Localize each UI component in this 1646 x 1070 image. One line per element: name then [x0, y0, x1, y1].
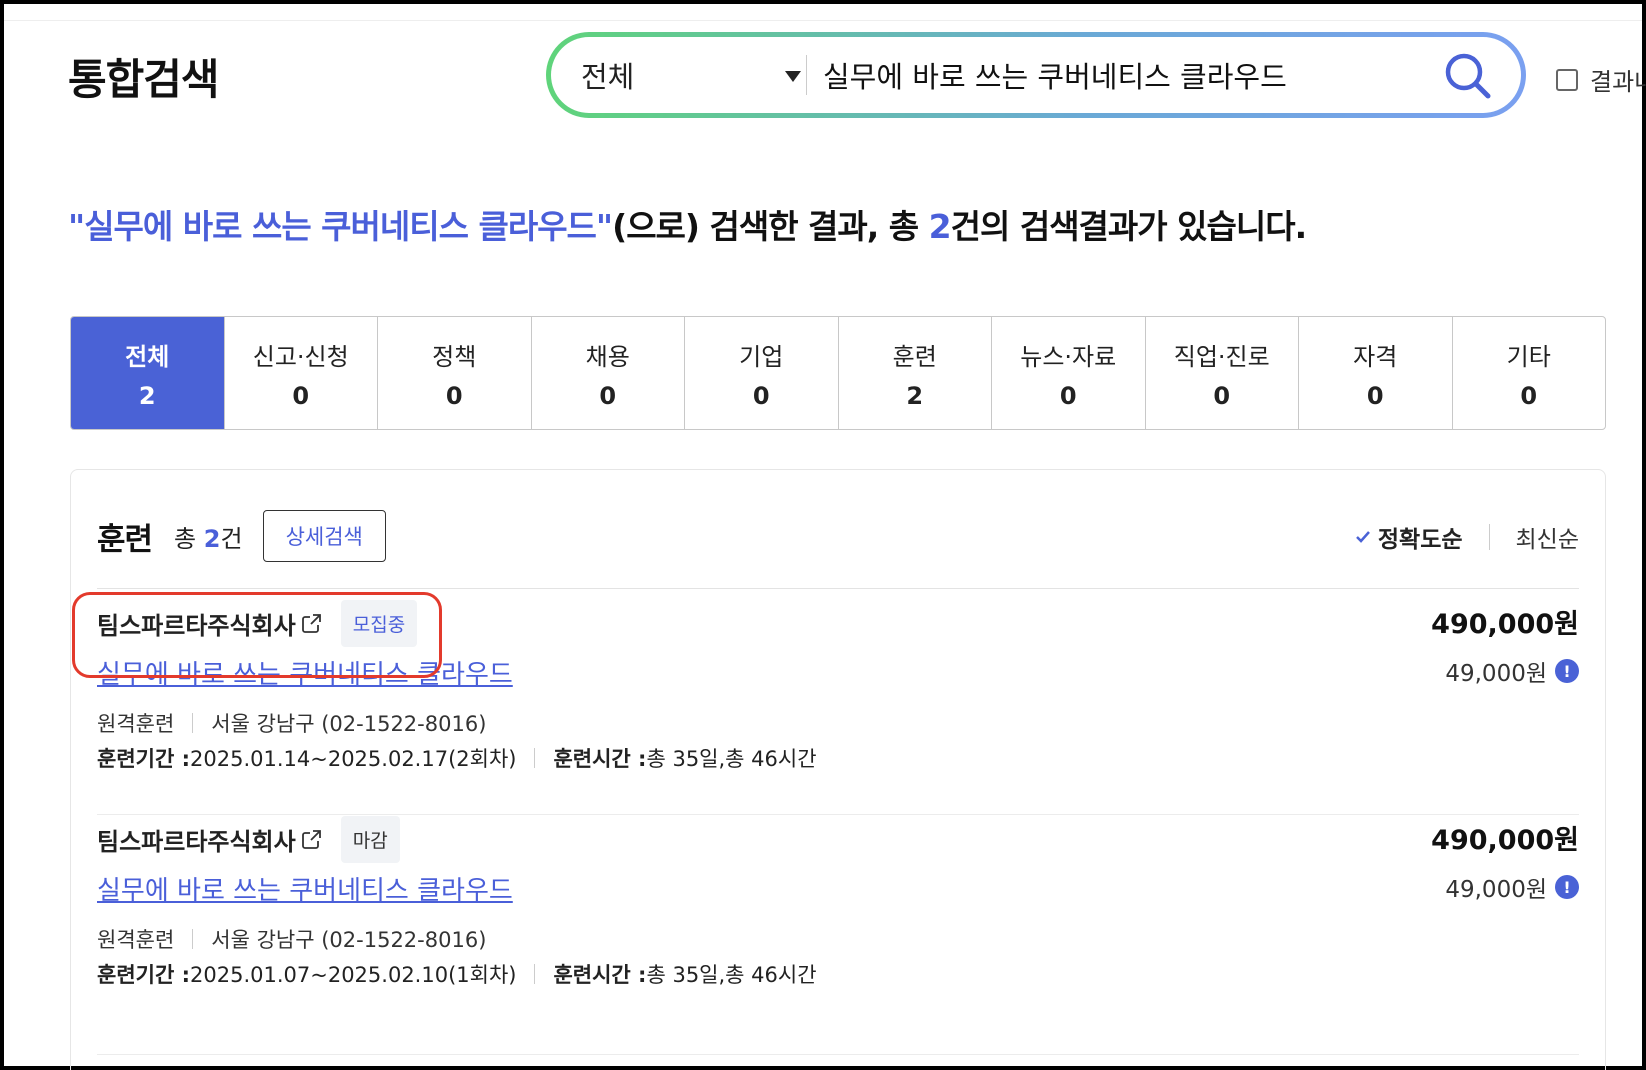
- summary-query: "실무에 바로 쓰는 쿠버네티스 클라우드": [68, 207, 613, 246]
- period-label: 훈련기간 :: [97, 747, 190, 771]
- hours-label: 훈련시간 :: [553, 747, 647, 771]
- course-period: 훈련기간 : 2025.01.14~2025.02.17(2회차) 훈련시간 :…: [97, 743, 817, 773]
- training-type: 원격훈련: [97, 712, 175, 736]
- tab-report-apply[interactable]: 신고·신청 0: [225, 317, 378, 429]
- tab-company[interactable]: 기업 0: [685, 317, 839, 429]
- course-meta: 원격훈련 서울 강남구 (02-1522-8016): [97, 708, 486, 738]
- org-name-link[interactable]: 팀스파르타주식회사: [97, 822, 296, 857]
- self-pay-price: 49,000원 !: [1445, 654, 1579, 688]
- section-header: 훈련 총 2건 상세검색: [97, 510, 386, 562]
- search-icon[interactable]: [1443, 51, 1493, 101]
- info-icon[interactable]: !: [1555, 875, 1579, 899]
- tab-label: 훈련: [892, 342, 937, 371]
- info-icon[interactable]: !: [1555, 659, 1579, 683]
- course-price: 490,000원: [1431, 609, 1579, 640]
- tab-label: 기타: [1506, 342, 1551, 371]
- period-value: 2025.01.14~2025.02.17(2회차): [190, 747, 517, 771]
- tab-label: 직업·진로: [1173, 342, 1270, 371]
- status-badge: 마감: [340, 816, 400, 863]
- training-type: 원격훈련: [97, 928, 175, 952]
- training-location: 서울 강남구 (02-1522-8016): [211, 928, 487, 952]
- self-pay-value: 49,000원: [1445, 877, 1547, 903]
- tab-count: 0: [1213, 381, 1231, 410]
- tab-label: 뉴스·자료: [1020, 342, 1117, 371]
- tab-label: 전체: [125, 342, 170, 371]
- check-icon: [1355, 531, 1370, 543]
- tab-count: 0: [292, 381, 310, 410]
- course-meta: 원격훈련 서울 강남구 (02-1522-8016): [97, 924, 486, 954]
- tab-news[interactable]: 뉴스·자료 0: [992, 317, 1146, 429]
- summary-count: 2: [928, 207, 952, 246]
- tab-label: 자격: [1353, 342, 1398, 371]
- search-within-results[interactable]: 결과내: [1556, 62, 1646, 97]
- result-item: 팀스파르타주식회사 마감 실무에 바로 쓰는 쿠버네티스 클라우드 원격훈련 서…: [97, 804, 1579, 1004]
- detail-search-button[interactable]: 상세검색: [262, 510, 386, 562]
- tab-count: 2: [138, 381, 156, 410]
- period-label: 훈련기간 :: [97, 963, 190, 987]
- tab-count: 2: [906, 381, 924, 410]
- sort-latest[interactable]: 최신순: [1516, 520, 1579, 554]
- section-count-number: 2: [203, 524, 221, 553]
- self-pay-price: 49,000원 !: [1445, 870, 1579, 904]
- section-count: 총 2건: [174, 519, 243, 554]
- section-count-prefix: 총: [174, 524, 204, 553]
- tab-label: 기업: [739, 342, 784, 371]
- within-results-label: 결과내: [1590, 68, 1646, 96]
- tab-label: 신고·신청: [252, 342, 349, 371]
- annotation-highlight: [72, 592, 442, 678]
- search-divider: [806, 55, 807, 95]
- meta-divider: [534, 964, 536, 984]
- summary-text-1: (으로) 검색한 결과, 총: [612, 207, 929, 246]
- meta-divider: [534, 748, 536, 768]
- search-scope-select[interactable]: 전체: [581, 37, 801, 113]
- tab-count: 0: [752, 381, 770, 410]
- sort-divider: [1488, 524, 1490, 550]
- course-period: 훈련기간 : 2025.01.07~2025.02.10(1회차) 훈련시간 :…: [97, 959, 817, 989]
- tab-policy[interactable]: 정책 0: [378, 317, 532, 429]
- tab-etc[interactable]: 기타 0: [1453, 317, 1606, 429]
- search-bar: 전체: [546, 32, 1526, 118]
- meta-divider: [192, 929, 194, 949]
- top-divider: [4, 20, 1642, 21]
- hours-label: 훈련시간 :: [553, 963, 647, 987]
- period-value: 2025.01.07~2025.02.10(1회차): [190, 963, 517, 987]
- hours-value: 총 35일,총 46시간: [646, 747, 817, 771]
- training-results-panel: 훈련 총 2건 상세검색 정확도순 최신순 팀스파르타주식회사 모집중 실무에 …: [70, 469, 1606, 1070]
- tab-count: 0: [1366, 381, 1384, 410]
- tab-label: 정책: [432, 342, 477, 371]
- section-title: 훈련: [97, 521, 153, 558]
- tab-career[interactable]: 직업·진로 0: [1146, 317, 1299, 429]
- meta-divider: [192, 713, 194, 733]
- tab-label: 채용: [585, 342, 630, 371]
- section-count-suffix: 건: [220, 524, 243, 553]
- tab-count: 0: [445, 381, 463, 410]
- within-results-checkbox[interactable]: [1556, 68, 1578, 91]
- self-pay-value: 49,000원: [1445, 661, 1547, 687]
- result-summary: "실무에 바로 쓰는 쿠버네티스 클라우드"(으로) 검색한 결과, 총 2건의…: [68, 200, 1307, 248]
- course-price: 490,000원: [1431, 825, 1579, 856]
- chevron-down-icon: [785, 71, 801, 82]
- sort-accuracy-label: 정확도순: [1377, 527, 1463, 553]
- tab-count: 0: [599, 381, 617, 410]
- search-bar-inner: 전체: [551, 37, 1521, 113]
- tab-count: 0: [1520, 381, 1538, 410]
- search-input[interactable]: [823, 37, 1383, 113]
- page-title: 통합검색: [68, 55, 220, 104]
- result-divider: [97, 1054, 1579, 1055]
- search-scope-label: 전체: [581, 60, 635, 94]
- summary-text-2: 건의 검색결과가 있습니다.: [950, 207, 1307, 246]
- hours-value: 총 35일,총 46시간: [646, 963, 817, 987]
- training-location: 서울 강남구 (02-1522-8016): [211, 712, 487, 736]
- course-title-link[interactable]: 실무에 바로 쓰는 쿠버네티스 클라우드: [97, 870, 513, 907]
- tab-license[interactable]: 자격 0: [1299, 317, 1453, 429]
- sort-options: 정확도순 최신순: [1354, 520, 1579, 554]
- tab-count: 0: [1059, 381, 1077, 410]
- org-row: 팀스파르타주식회사 마감: [97, 816, 400, 863]
- external-link-icon[interactable]: [299, 828, 323, 852]
- sort-accuracy[interactable]: 정확도순: [1354, 520, 1463, 554]
- tab-training[interactable]: 훈련 2: [839, 317, 992, 429]
- tab-all[interactable]: 전체 2: [71, 317, 225, 429]
- tab-recruit[interactable]: 채용 0: [532, 317, 685, 429]
- category-tabs: 전체 2 신고·신청 0 정책 0 채용 0 기업 0 훈련 2 뉴스·자료 0…: [70, 316, 1606, 430]
